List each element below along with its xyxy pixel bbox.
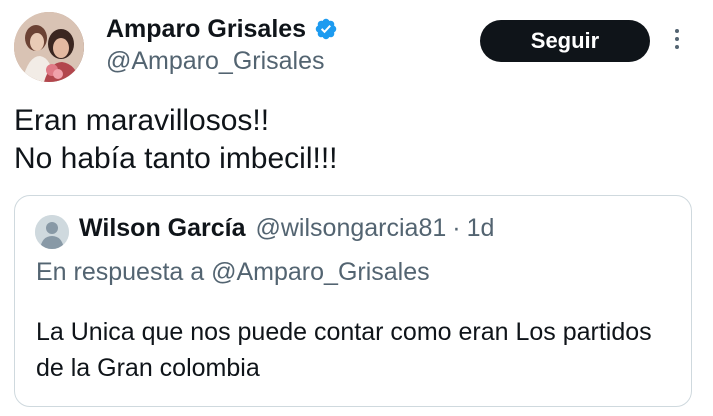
verified-badge-icon[interactable] [314, 17, 338, 41]
avatar-photo-icon [14, 12, 84, 82]
author-display-name[interactable]: Amparo Grisales [106, 15, 306, 44]
quoted-author-name[interactable]: Wilson García [79, 214, 246, 243]
quoted-author-avatar[interactable] [35, 215, 69, 249]
author-avatar[interactable] [14, 12, 84, 82]
tweet-text: Eran maravillosos!! No había tanto imbec… [14, 102, 338, 178]
default-avatar-icon [35, 215, 69, 249]
author-name-row: Amparo Grisales [106, 12, 338, 46]
tweet-text-line: No había tanto imbecil!!! [14, 142, 338, 175]
reply-prefix: En respuesta a [36, 258, 205, 286]
quoted-tweet-header: Wilson García @wilsongarcia81 · 1d [79, 214, 494, 243]
author-handle[interactable]: @Amparo_Grisales [106, 47, 338, 76]
reply-context: En respuesta a @Amparo_Grisales [36, 258, 430, 287]
separator-dot: · [452, 214, 461, 242]
tweet-card: Amparo Grisales @Amparo_Grisales Seguir … [0, 0, 713, 416]
quoted-tweet[interactable]: Wilson García @wilsongarcia81 · 1d En re… [14, 195, 692, 407]
reply-to-handle[interactable]: @Amparo_Grisales [211, 258, 430, 286]
quoted-tweet-text: La Unica que nos puede contar como eran … [36, 318, 652, 382]
follow-button[interactable]: Seguir [480, 20, 650, 62]
tweet-text-line: Eran maravillosos!! [14, 104, 270, 137]
more-vertical-icon[interactable] [670, 26, 684, 56]
author-info: Amparo Grisales @Amparo_Grisales [106, 12, 338, 76]
quoted-tweet-time[interactable]: 1d [467, 214, 495, 243]
quoted-author-handle[interactable]: @wilsongarcia81 [256, 214, 447, 243]
